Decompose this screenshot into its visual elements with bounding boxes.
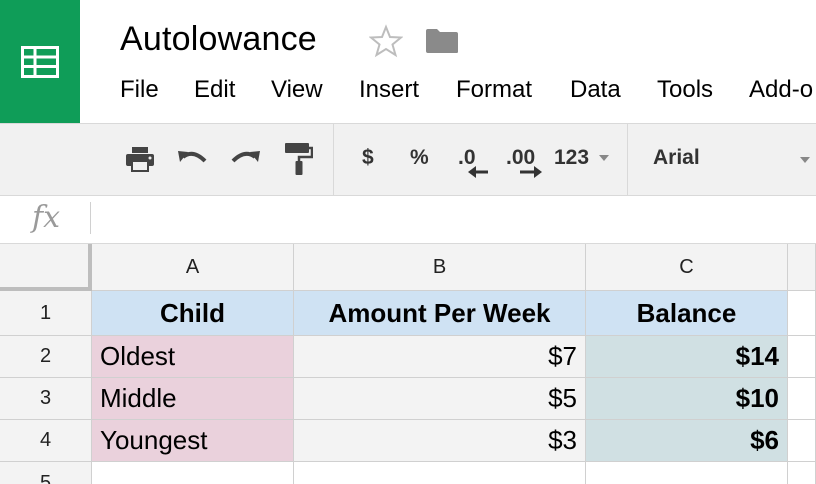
toolbar: $ % .0 .00 123 Arial [0,123,816,196]
row-header-2[interactable]: 2 [0,336,92,378]
decrease-decimal-button[interactable]: .0 [458,146,488,180]
menu-file[interactable]: File [120,76,159,104]
cell-c3[interactable]: $10 [586,378,788,420]
document-title[interactable]: Autolowance [120,20,317,59]
currency-format-button[interactable]: $ [362,146,374,170]
print-icon[interactable] [125,144,155,174]
fx-icon: fx [32,200,61,235]
column-header-c[interactable]: C [586,244,788,291]
menu-addons[interactable]: Add-o [749,76,813,104]
cell-a3[interactable]: Middle [92,378,294,420]
cell-b4[interactable]: $3 [294,420,586,462]
cell-c4[interactable]: $6 [586,420,788,462]
row-header-5[interactable]: 5 [0,462,92,484]
cell-d5[interactable] [788,462,816,484]
percent-format-button[interactable]: % [410,146,429,170]
redo-icon[interactable] [229,144,261,174]
menu-insert[interactable]: Insert [359,76,419,104]
arrow-left-icon [468,166,488,178]
folder-icon[interactable] [425,28,459,54]
cell-c5[interactable] [586,462,788,484]
row-header-4[interactable]: 4 [0,420,92,462]
toolbar-separator [627,124,628,196]
formula-bar: fx [0,196,816,244]
cell-c2[interactable]: $14 [586,336,788,378]
more-formats-button[interactable]: 123 [554,146,609,170]
column-header-b[interactable]: B [294,244,586,291]
chevron-down-icon [598,155,609,162]
select-all-corner[interactable] [0,244,92,291]
cell-a2[interactable]: Oldest [92,336,294,378]
star-icon[interactable] [369,24,403,58]
sheets-grid-icon [21,45,59,78]
cell-a5[interactable] [92,462,294,484]
menu-view[interactable]: View [271,76,323,104]
arrow-right-icon [520,166,542,178]
cell-a4[interactable]: Youngest [92,420,294,462]
toolbar-separator [333,124,334,196]
cell-c1[interactable]: Balance [586,291,788,336]
row-header-1[interactable]: 1 [0,291,92,336]
cell-b1[interactable]: Amount Per Week [294,291,586,336]
cell-b5[interactable] [294,462,586,484]
menu-tools[interactable]: Tools [657,76,713,104]
menu-edit[interactable]: Edit [194,76,235,104]
undo-icon[interactable] [177,144,209,174]
column-header-d[interactable] [788,244,816,291]
increase-decimal-button[interactable]: .00 [506,146,542,180]
menu-data[interactable]: Data [570,76,621,104]
spreadsheet-grid: A B C 1 Child Amount Per Week Balance 2 … [0,244,816,484]
cell-b2[interactable]: $7 [294,336,586,378]
more-formats-label: 123 [554,146,590,169]
row-header-3[interactable]: 3 [0,378,92,420]
cell-d2[interactable] [788,336,816,378]
menu-format[interactable]: Format [456,76,532,104]
cell-d4[interactable] [788,420,816,462]
font-family-select[interactable]: Arial [653,146,700,170]
cell-a1[interactable]: Child [92,291,294,336]
column-header-a[interactable]: A [92,244,294,291]
cell-b3[interactable]: $5 [294,378,586,420]
paint-format-icon[interactable] [283,143,313,175]
formula-divider [90,202,91,234]
formula-input[interactable] [100,206,800,234]
cell-d3[interactable] [788,378,816,420]
menu-bar: File Edit View Insert Format Data Tools … [0,76,816,108]
font-dropdown-chevron-icon[interactable] [800,157,810,163]
cell-d1[interactable] [788,291,816,336]
app-header: Autolowance File Edit View Insert Format… [0,0,816,123]
